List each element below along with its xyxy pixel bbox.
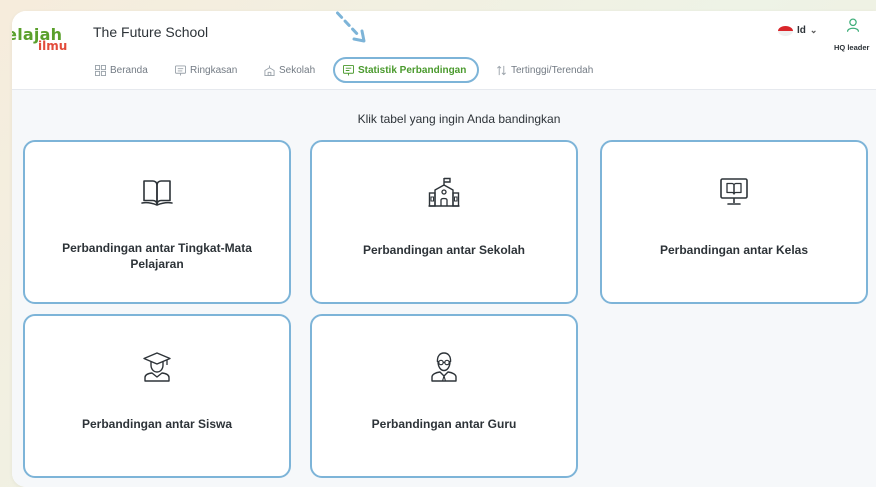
tab-sekolah[interactable]: Sekolah [264,57,315,83]
tab-statistik-perbandingan[interactable]: Statistik Perbandingan [333,57,479,83]
card-label: Perbandingan antar Sekolah [362,243,526,257]
grid-icon [95,64,106,76]
card-label: Perbandingan antar Guru [371,417,517,431]
card-school-comparison[interactable]: Perbandingan antar Sekolah [310,140,578,304]
sort-icon [497,65,506,75]
classroom-board-icon [720,178,748,205]
tab-label: Statistik Perbandingan [358,64,467,76]
card-label: Perbandingan antar Tingkat-Mata Pelajara… [62,241,252,271]
user-icon[interactable] [844,16,862,34]
header: Jelajah ilmu The Future School Id ⌄ HQ l… [12,11,876,90]
graduate-student-icon [143,352,171,382]
comparison-icon [343,64,354,76]
page-instruction: Klik tabel yang ingin Anda bandingkan [357,112,561,126]
tab-label: Sekolah [279,64,316,76]
teacher-icon [431,352,457,382]
pointer-arrow-icon [333,11,366,43]
tab-ringkasan[interactable]: Ringkasan [175,57,237,83]
app-window: Jelajah ilmu The Future School Id ⌄ HQ l… [12,11,876,487]
summary-icon [175,64,186,76]
card-class-comparison[interactable]: Perbandingan antar Kelas [600,140,868,304]
tab-label: Beranda [110,64,148,76]
main-content: Klik tabel yang ingin Anda bandingkan Pe… [12,90,876,487]
app-logo[interactable]: Jelajah ilmu [12,25,70,59]
card-subject-level-comparison[interactable]: Perbandingan antar Tingkat-Mata Pelajara… [23,140,291,304]
tab-label: Ringkasan [190,64,238,76]
school-name: The Future School [93,24,209,40]
user-role: HQ leader [834,43,870,52]
card-student-comparison[interactable]: Perbandingan antar Siswa [23,314,291,478]
language-code: Id [797,25,806,36]
school-building-icon [428,177,460,207]
tab-label: Tertinggi/Terendah [511,64,594,76]
nav-tabs: Beranda Ringkasan Sekolah Statistik Perb… [12,57,876,83]
language-selector[interactable]: Id ⌄ [778,25,817,36]
tab-tertinggi-terendah[interactable]: Tertinggi/Terendah [496,57,593,83]
logo-text-secondary: ilmu [38,39,68,53]
school-icon [264,64,275,76]
tab-beranda[interactable]: Beranda [95,57,148,83]
card-label: Perbandingan antar Siswa [81,417,233,431]
book-icon [141,180,173,206]
card-teacher-comparison[interactable]: Perbandingan antar Guru [310,314,578,478]
indonesia-flag-icon [778,25,793,36]
chevron-down-icon: ⌄ [809,25,818,35]
card-label: Perbandingan antar Kelas [659,243,809,257]
